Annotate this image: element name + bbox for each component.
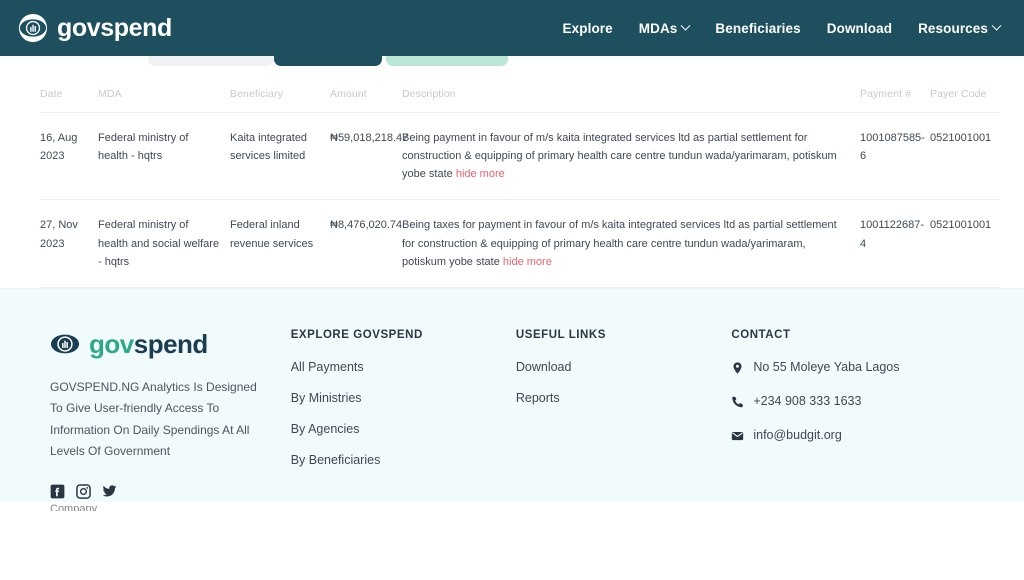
eye-icon (18, 13, 48, 43)
table-body: 16, Aug 2023 Federal ministry of health … (40, 111, 1000, 288)
footer-bottom-cut: Company (50, 503, 98, 512)
nav-label: Beneficiaries (715, 20, 801, 36)
footer-heading-useful: USEFUL LINKS (515, 328, 606, 341)
cell-amount: ₦59,018,218.47 (330, 111, 408, 200)
footer-link-by-ministries[interactable]: By Ministries (291, 391, 516, 405)
tab-strip (0, 54, 1024, 66)
main-navigation: Explore MDAs Beneficiaries Download Reso… (563, 20, 1002, 36)
cell-mda: Federal ministry of health - hqtrs (98, 111, 230, 200)
footer-columns: govspend GOVSPEND.NG Analytics Is Design… (50, 329, 974, 500)
column-header-beneficiary[interactable]: Beneficiary (230, 66, 330, 113)
payments-table: Date MDA Beneficiary Amount Description … (40, 66, 1000, 288)
cell-payer-code: 0521001001 (930, 111, 1000, 200)
instagram-icon[interactable] (76, 484, 91, 500)
column-header-description[interactable]: Description (402, 66, 860, 113)
brand-name: govspend (57, 13, 172, 42)
cell-payer-code: 0521001001 (930, 199, 1000, 288)
column-header-payer-code[interactable]: Payer Code (930, 66, 1000, 113)
nav-item-explore[interactable]: Explore (563, 21, 613, 36)
column-header-mda[interactable]: MDA (98, 66, 230, 113)
cell-mda: Federal ministry of health and social we… (98, 199, 230, 288)
cell-amount: ₦8,476,020.74 (330, 199, 402, 288)
hide-more-link[interactable]: hide more (503, 256, 552, 268)
twitter-icon[interactable] (102, 484, 117, 499)
footer-link-by-agencies[interactable]: By Agencies (291, 422, 516, 436)
footer-brand-gov: gov (89, 328, 134, 359)
table-row[interactable]: 16, Aug 2023 Federal ministry of health … (40, 111, 1000, 200)
table-row[interactable]: 27, Nov 2023 Federal ministry of health … (40, 199, 1000, 288)
chevron-down-icon (680, 20, 691, 31)
contact-email: info@budgit.org (731, 428, 974, 443)
table-header-row: Date MDA Beneficiary Amount Description … (40, 66, 1000, 113)
cell-description: Being payment in favour of m/s kaita int… (402, 111, 860, 200)
column-header-payment-no[interactable]: Payment # (860, 66, 930, 113)
footer-link-by-beneficiaries[interactable]: By Beneficiaries (291, 453, 516, 467)
contact-phone: +234 908 333 1633 (731, 394, 974, 409)
social-links (50, 484, 291, 500)
footer-brand-spend: spend (133, 328, 209, 359)
footer-useful-column: USEFUL LINKS Download Reports (516, 329, 731, 499)
hide-more-link[interactable]: hide more (456, 168, 505, 180)
cell-date: 16, Aug 2023 (40, 111, 98, 200)
nav-item-resources[interactable]: Resources (918, 20, 1002, 36)
contact-address: No 55 Moleye Yaba Lagos (731, 360, 974, 375)
cell-description: Being taxes for payment in favour of m/s… (402, 199, 860, 288)
site-footer: govspend GOVSPEND.NG Analytics Is Design… (0, 287, 1024, 511)
nav-item-mdas[interactable]: MDAs (638, 20, 691, 36)
nav-label: Download (826, 20, 893, 36)
contact-email-text[interactable]: info@budgit.org (753, 428, 841, 442)
cell-date: 27, Nov 2023 (40, 199, 98, 288)
main-content: Date MDA Beneficiary Amount Description … (0, 66, 1024, 288)
footer-brand-column: govspend GOVSPEND.NG Analytics Is Design… (50, 329, 291, 500)
contact-phone-text[interactable]: +234 908 333 1633 (753, 394, 861, 408)
chevron-down-icon (991, 20, 1002, 31)
nav-item-beneficiaries[interactable]: Beneficiaries (715, 21, 800, 36)
footer-link-reports[interactable]: Reports (516, 391, 731, 405)
site-header: govspend Explore MDAs Beneficiaries Down… (0, 0, 1024, 56)
nav-item-download[interactable]: Download (827, 21, 892, 36)
footer-description: GOVSPEND.NG Analytics Is Designed To Giv… (50, 379, 257, 458)
column-header-date[interactable]: Date (40, 66, 98, 113)
description-text: Being taxes for payment in favour of m/s… (402, 219, 837, 268)
footer-contact-column: CONTACT No 55 Moleye Yaba Lagos +234 908… (731, 329, 974, 499)
brand-logo[interactable]: govspend (18, 13, 172, 43)
nav-label: Resources (918, 20, 988, 36)
footer-brand-name: govspend (89, 331, 208, 357)
column-header-amount[interactable]: Amount (330, 66, 402, 113)
location-pin-icon (731, 360, 744, 375)
table-header: Date MDA Beneficiary Amount Description … (40, 66, 1000, 113)
footer-link-all-payments[interactable]: All Payments (291, 360, 516, 374)
nav-label: MDAs (638, 20, 678, 36)
cell-beneficiary: Federal inland revenue services (230, 199, 330, 288)
cell-payment-no: 1001087585-6 (860, 111, 930, 200)
cell-beneficiary: Kaita integrated services limited (230, 111, 330, 200)
facebook-icon[interactable] (50, 484, 65, 499)
envelope-icon (731, 428, 744, 443)
eye-icon (50, 329, 80, 359)
contact-address-text: No 55 Moleye Yaba Lagos (753, 359, 900, 374)
footer-explore-column: EXPLORE GOVSPEND All Payments By Ministr… (291, 329, 516, 499)
footer-link-download[interactable]: Download (516, 360, 731, 374)
footer-logo[interactable]: govspend (50, 329, 291, 359)
footer-heading-explore: EXPLORE GOVSPEND (290, 328, 423, 341)
nav-label: Explore (562, 20, 613, 36)
footer-heading-contact: CONTACT (731, 328, 791, 341)
cell-payment-no: 1001122687-4 (860, 199, 930, 288)
phone-icon (731, 394, 744, 409)
